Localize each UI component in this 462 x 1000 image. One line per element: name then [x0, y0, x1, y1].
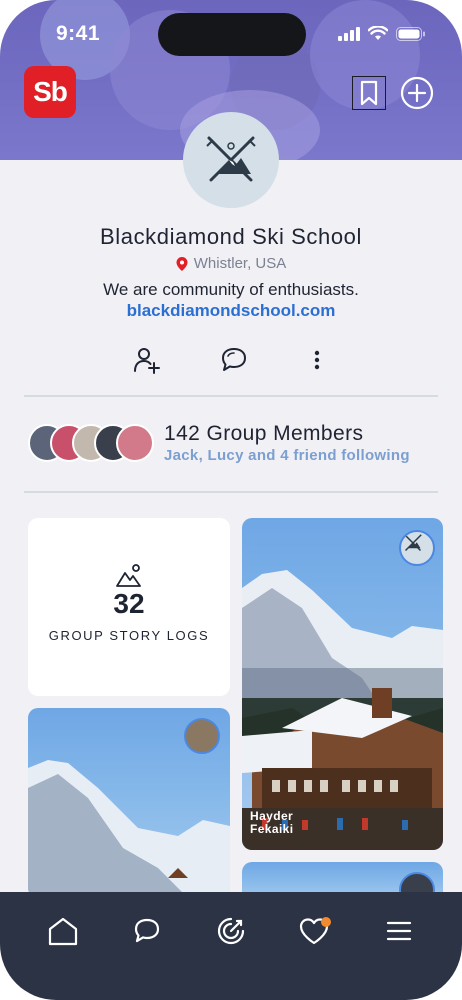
- message-button[interactable]: [218, 344, 250, 376]
- status-time: 9:41: [56, 22, 101, 45]
- menu-icon: [386, 921, 412, 941]
- status-bar: 9:41: [0, 0, 462, 64]
- add-circle-icon: [400, 76, 434, 110]
- follow-button[interactable]: [131, 344, 163, 376]
- group-location: Whistler, USA: [0, 255, 462, 272]
- group-name: Blackdiamond Ski School: [99, 224, 363, 249]
- tab-home[interactable]: [46, 914, 80, 948]
- tab-favorites[interactable]: [298, 914, 332, 948]
- heart-icon: [299, 917, 331, 945]
- story-logs-label: GROUP STORY LOGS: [48, 628, 210, 643]
- tab-goals[interactable]: [214, 914, 248, 948]
- app-logo[interactable]: Sb: [24, 66, 76, 118]
- cellular-icon: [338, 26, 360, 41]
- chat-icon: [222, 348, 246, 371]
- tab-menu[interactable]: [382, 914, 416, 948]
- story-card[interactable]: Hayder Fekaiki: [242, 518, 443, 850]
- group-members[interactable]: 142 Group Members Jack, Lucy and 4 frien…: [28, 420, 438, 466]
- add-user-icon: [134, 348, 160, 374]
- dynamic-island: [158, 13, 306, 56]
- profile-actions: [0, 344, 462, 376]
- more-vertical-icon: [314, 350, 320, 370]
- system-icons: [338, 26, 426, 41]
- member-avatar: [116, 424, 154, 462]
- target-icon: [217, 917, 245, 945]
- ski-crest-icon: [404, 534, 422, 552]
- location-text: Whistler, USA: [193, 255, 287, 272]
- location-pin-icon: [176, 256, 188, 271]
- wifi-icon: [368, 26, 388, 40]
- members-following: Jack, Lucy and 4 friend following: [164, 447, 410, 464]
- phone-screen: 9:41 Sb Blackdiamond Ski School Whistler…: [0, 0, 462, 1000]
- author-avatar[interactable]: [184, 718, 220, 754]
- mountain-icon: [116, 564, 141, 587]
- tab-bar: [0, 892, 462, 1000]
- members-count: 142 Group Members: [164, 422, 364, 445]
- home-icon: [48, 917, 78, 946]
- author-avatar[interactable]: [399, 530, 435, 566]
- battery-icon: [396, 26, 425, 41]
- story-logs-card[interactable]: 32 GROUP STORY LOGS: [28, 518, 230, 696]
- chat-icon: [134, 918, 160, 943]
- add-button[interactable]: [400, 76, 434, 110]
- group-avatar[interactable]: [183, 112, 279, 208]
- mountain-lodge-photo: [242, 570, 443, 850]
- ski-crest-icon: [206, 136, 256, 182]
- story-author-name: Hayder Fekaiki: [250, 810, 294, 836]
- story-logs-count: 32: [28, 588, 230, 620]
- story-logs-number: 32: [113, 588, 145, 619]
- more-button[interactable]: [301, 344, 333, 376]
- story-card[interactable]: [28, 708, 230, 898]
- bookmark-icon: [360, 80, 378, 106]
- divider: [24, 395, 438, 397]
- bookmark-button[interactable]: [352, 76, 386, 110]
- tab-messages[interactable]: [130, 914, 164, 948]
- divider: [24, 491, 438, 493]
- group-bio: We are community of enthusiasts.: [103, 280, 359, 299]
- author-last-name: Fekaiki: [250, 822, 294, 836]
- group-website-link[interactable]: blackdiamondschool.com: [0, 301, 462, 321]
